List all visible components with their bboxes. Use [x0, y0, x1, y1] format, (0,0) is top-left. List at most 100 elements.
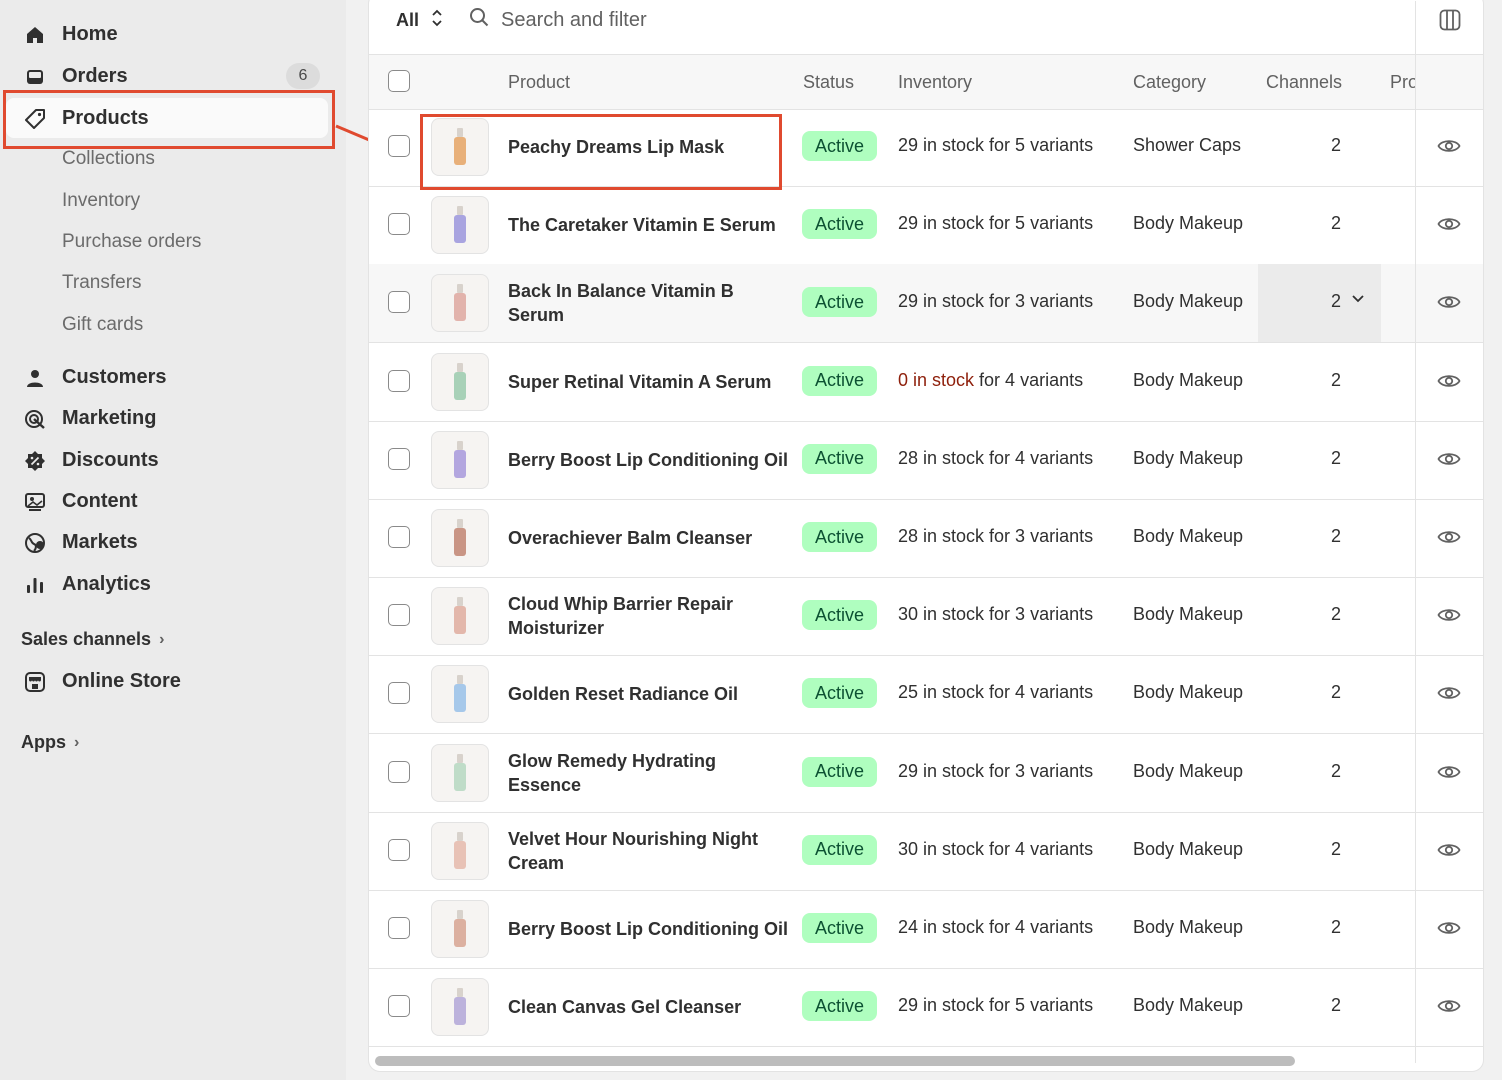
header-status[interactable]: Status	[803, 72, 854, 93]
nav-content[interactable]: Content	[6, 481, 328, 521]
nav-markets[interactable]: Markets	[6, 522, 328, 562]
tab-all[interactable]: All	[396, 9, 443, 32]
horizontal-scrollbar[interactable]	[375, 1056, 1295, 1066]
preview-eye-icon[interactable]	[1437, 136, 1461, 161]
table-row[interactable]: Super Retinal Vitamin A Serum Active 0 in …	[369, 343, 1483, 422]
preview-eye-icon[interactable]	[1437, 840, 1461, 865]
row-checkbox[interactable]	[388, 682, 410, 705]
header-category[interactable]: Category	[1133, 72, 1206, 93]
preview-eye-icon[interactable]	[1437, 527, 1461, 552]
row-checkbox[interactable]	[388, 604, 410, 627]
inventory-stock: 25 in stock	[898, 682, 985, 703]
chevron-down-icon[interactable]	[1351, 292, 1365, 311]
table-row[interactable]: The Caretaker Vitamin E Serum Active 29 in…	[369, 186, 1483, 266]
product-name[interactable]: Glow Remedy Hydrating Essence	[508, 749, 788, 797]
product-name[interactable]: Super Retinal Vitamin A Serum	[508, 370, 788, 394]
preview-eye-icon[interactable]	[1437, 292, 1461, 317]
header-channels[interactable]: Channels	[1266, 72, 1342, 93]
header-more[interactable]: Pro	[1390, 72, 1415, 93]
preview-eye-icon[interactable]	[1437, 683, 1461, 708]
product-name[interactable]: Berry Boost Lip Conditioning Oil	[508, 917, 788, 941]
row-checkbox[interactable]	[388, 838, 410, 861]
sales-channels-header[interactable]: Sales channels ›	[21, 629, 164, 650]
product-name[interactable]: Clean Canvas Gel Cleanser	[508, 995, 788, 1019]
preview-eye-icon[interactable]	[1437, 214, 1461, 239]
inventory-stock: 30 in stock	[898, 604, 985, 625]
inventory-variants: for 3 variants	[984, 291, 1094, 312]
product-thumbnail[interactable]	[431, 665, 489, 724]
product-name[interactable]: Velvet Hour Nourishing Night Cream	[508, 827, 788, 875]
nav-collections[interactable]: Collections	[62, 148, 155, 170]
table-row[interactable]: Overachiever Balm Cleanser Active 28 in st…	[369, 499, 1483, 578]
table-row[interactable]: Golden Reset Radiance Oil Active 25 in sto…	[369, 655, 1483, 735]
product-thumbnail[interactable]	[431, 900, 489, 958]
header-inventory[interactable]: Inventory	[898, 72, 972, 93]
nav-marketing[interactable]: Marketing	[6, 398, 328, 438]
channels-count: 2	[1331, 135, 1342, 155]
inventory-stock: 29 in stock	[898, 213, 985, 234]
product-name[interactable]: Cloud Whip Barrier Repair Moisturizer	[508, 592, 788, 640]
table-row[interactable]: Berry Boost Lip Conditioning Oil Active 24…	[369, 890, 1483, 969]
apps-header[interactable]: Apps ›	[21, 732, 79, 753]
product-thumbnail[interactable]	[431, 978, 489, 1037]
nav-transfers[interactable]: Transfers	[62, 272, 142, 294]
table-row[interactable]: Glow Remedy Hydrating Essence Active 29 in…	[369, 734, 1483, 813]
product-thumbnail[interactable]	[431, 587, 489, 646]
product-thumbnail[interactable]	[431, 821, 489, 880]
columns-button[interactable]	[1439, 9, 1461, 36]
row-checkbox[interactable]	[388, 760, 410, 783]
table-row[interactable]: Berry Boost Lip Conditioning Oil Active 28…	[369, 421, 1483, 500]
product-name[interactable]: Back In Balance Vitamin B Serum	[508, 279, 788, 327]
select-all-checkbox[interactable]	[388, 70, 410, 92]
preview-eye-icon[interactable]	[1437, 371, 1461, 396]
row-checkbox[interactable]	[388, 213, 410, 236]
nav-purchase-orders[interactable]: Purchase orders	[62, 231, 201, 253]
status-badge: Active	[802, 913, 878, 943]
row-checkbox[interactable]	[388, 135, 410, 157]
inventory-stock: 28 in stock	[898, 447, 985, 468]
preview-eye-icon[interactable]	[1437, 449, 1461, 474]
row-checkbox[interactable]	[388, 995, 410, 1018]
table-row[interactable]: Cloud Whip Barrier Repair Moisturizer Act…	[369, 577, 1483, 657]
nav-customers[interactable]: Customers	[6, 357, 328, 397]
product-name[interactable]: Golden Reset Radiance Oil	[508, 682, 788, 706]
inventory-text: 0 in stock for 4 variants	[898, 370, 1083, 391]
row-checkbox[interactable]	[388, 291, 410, 314]
row-checkbox[interactable]	[388, 447, 410, 470]
row-checkbox[interactable]	[388, 917, 410, 939]
nav-gift-cards[interactable]: Gift cards	[62, 314, 143, 336]
preview-eye-icon[interactable]	[1437, 996, 1461, 1021]
row-checkbox[interactable]	[388, 526, 410, 548]
nav-analytics-label: Analytics	[62, 572, 151, 595]
product-thumbnail[interactable]	[431, 430, 489, 489]
nav-inventory[interactable]: Inventory	[62, 190, 140, 212]
table-row[interactable]: Back In Balance Vitamin B Serum Active 29 …	[369, 264, 1483, 344]
product-thumbnail[interactable]	[431, 509, 489, 567]
nav-online-store[interactable]: Online Store	[6, 661, 328, 701]
preview-eye-icon[interactable]	[1437, 762, 1461, 787]
nav-discounts-label: Discounts	[62, 448, 159, 471]
nav-discounts[interactable]: Discounts	[6, 440, 328, 480]
preview-eye-icon[interactable]	[1437, 918, 1461, 943]
row-checkbox[interactable]	[388, 369, 410, 392]
table-row[interactable]: Velvet Hour Nourishing Night Cream Active…	[369, 812, 1483, 891]
inventory-text: 30 in stock for 3 variants	[898, 604, 1093, 625]
channels-count: 2	[1331, 369, 1342, 390]
search-input[interactable]: Search and filter	[469, 7, 647, 33]
channels-count[interactable]: 2	[1331, 291, 1341, 312]
product-thumbnail[interactable]	[431, 352, 489, 411]
product-thumbnail[interactable]	[431, 274, 489, 333]
product-name[interactable]: Overachiever Balm Cleanser	[508, 526, 788, 550]
table-row[interactable]: Clean Canvas Gel Cleanser Active 29 in sto…	[369, 968, 1483, 1048]
inventory-stock: 29 in stock	[898, 135, 985, 155]
preview-eye-icon[interactable]	[1437, 605, 1461, 630]
status-badge: Active	[802, 209, 878, 240]
product-name[interactable]: Berry Boost Lip Conditioning Oil	[508, 448, 788, 472]
nav-home[interactable]: Home	[6, 14, 328, 54]
header-product[interactable]: Product	[508, 72, 570, 93]
product-thumbnail[interactable]	[431, 196, 489, 255]
nav-analytics[interactable]: Analytics	[6, 564, 328, 604]
inventory-stock: 29 in stock	[898, 760, 985, 781]
product-name[interactable]: The Caretaker Vitamin E Serum	[508, 213, 788, 237]
product-thumbnail[interactable]	[431, 743, 489, 802]
